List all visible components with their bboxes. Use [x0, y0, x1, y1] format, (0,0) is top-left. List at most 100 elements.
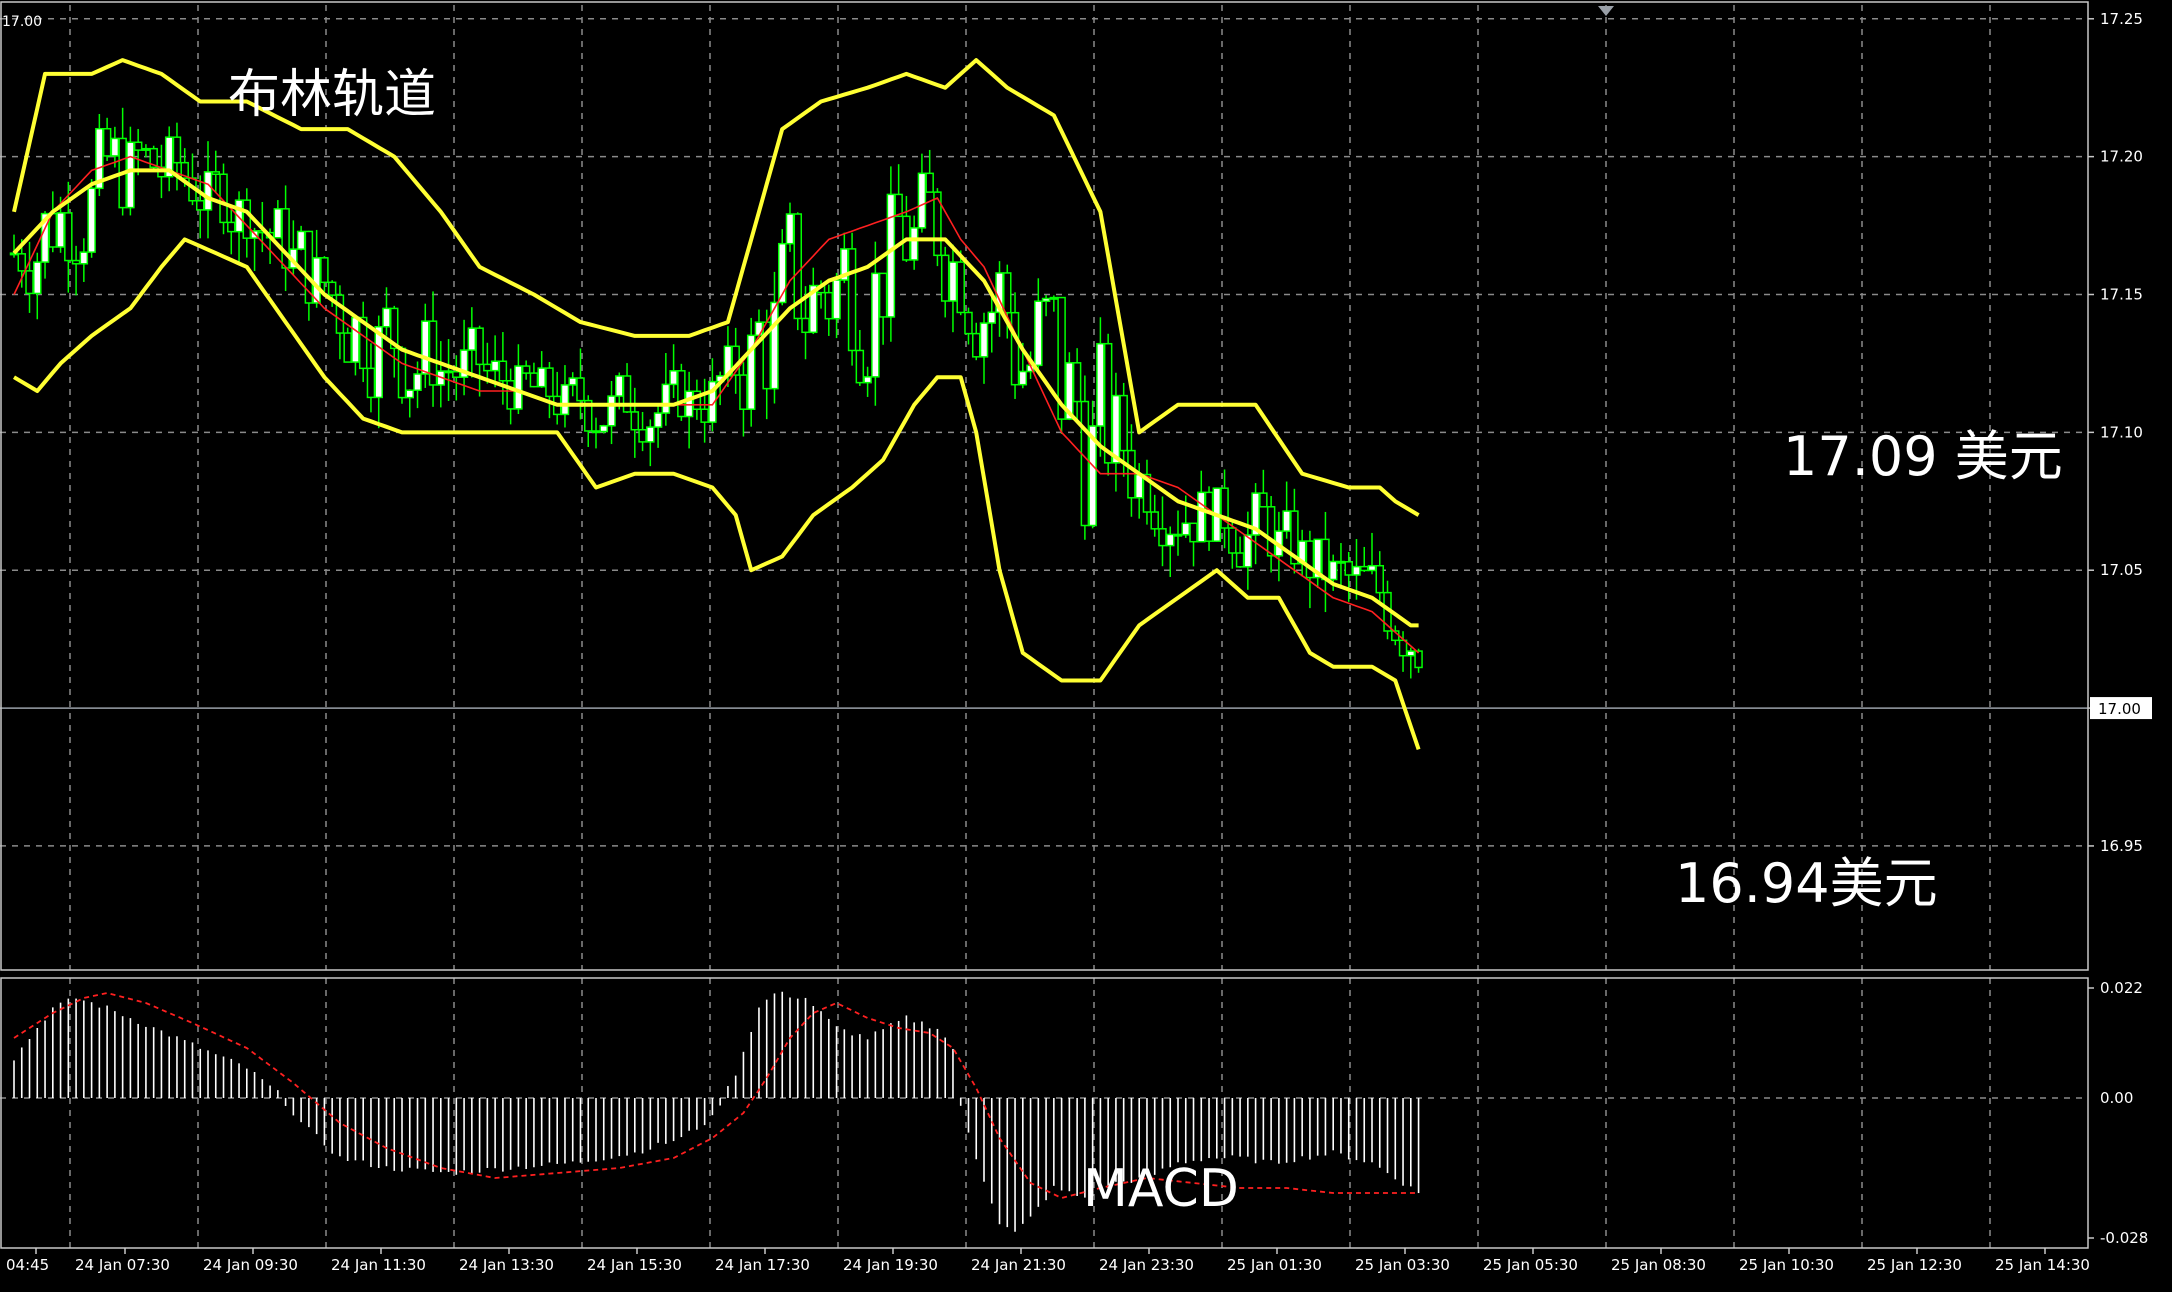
- candle-body: [1134, 473, 1144, 499]
- candle-body: [871, 272, 880, 378]
- candle-body: [599, 424, 609, 433]
- candle-body: [1150, 511, 1159, 530]
- candle-body: [630, 411, 640, 431]
- candle-body: [824, 291, 834, 320]
- candle-body: [141, 147, 151, 151]
- candle-body: [940, 254, 950, 302]
- candle-body: [1367, 564, 1377, 572]
- candle-body: [514, 365, 523, 410]
- time-tick-label: 24 Jan 21:30: [971, 1256, 1066, 1274]
- price-tick-label: 17.20: [2100, 148, 2143, 166]
- time-tick-label: 25 Jan 05:30: [1483, 1256, 1578, 1274]
- candle-body: [863, 376, 872, 384]
- candle-body: [397, 347, 407, 399]
- candle-body: [677, 370, 686, 418]
- candle-body: [17, 253, 27, 272]
- candle-body: [591, 430, 601, 434]
- candle-body: [653, 412, 663, 428]
- candle-body: [327, 281, 337, 296]
- candle-body: [79, 251, 89, 265]
- time-tick-label: 25 Jan 14:30: [1995, 1256, 2090, 1274]
- candle-body: [506, 380, 515, 410]
- candle-body: [1197, 491, 1206, 543]
- macd-tick-label: -0.028: [2100, 1229, 2148, 1247]
- candle-body: [102, 127, 112, 157]
- candle-body: [739, 374, 748, 410]
- candle-body: [382, 307, 391, 328]
- candle-body: [1204, 491, 1214, 542]
- price-tick-label: 17.10: [2100, 423, 2143, 441]
- time-tick-label: 24 Jan 15:30: [587, 1256, 682, 1274]
- upper-band-note: 17.09 美元: [1783, 425, 2063, 488]
- candle-body: [87, 187, 96, 253]
- candle-body: [1398, 639, 1408, 657]
- time-tick-label: 25 Jan 12:30: [1867, 1256, 1962, 1274]
- current-price-label: 17.00: [2098, 700, 2141, 718]
- candle-body: [374, 325, 383, 399]
- candle-body: [847, 248, 857, 352]
- candle-body: [483, 363, 492, 372]
- time-tick-label: 24 Jan 07:30: [75, 1256, 170, 1274]
- candle-body: [452, 370, 461, 378]
- time-tick-label: 24 Jan 17:30: [715, 1256, 810, 1274]
- candle-body: [987, 311, 997, 324]
- price-tick-label: 17.15: [2100, 286, 2143, 304]
- candle-body: [979, 322, 989, 358]
- time-tick-label: 04:45: [6, 1256, 49, 1274]
- candle-body: [110, 137, 120, 157]
- candle-body: [615, 375, 624, 397]
- candle-body: [475, 327, 484, 366]
- candle-body: [281, 208, 290, 269]
- candle-body: [1111, 394, 1121, 464]
- candle-body: [1181, 522, 1191, 536]
- candle-body: [273, 208, 283, 239]
- candle-body: [126, 141, 135, 209]
- candle-body: [521, 365, 531, 374]
- candle-body: [568, 377, 577, 386]
- candle-body: [576, 377, 585, 402]
- candle-body: [1041, 297, 1051, 302]
- candle-body: [1352, 565, 1361, 576]
- candle-body: [405, 389, 415, 399]
- candle-body: [1228, 527, 1237, 554]
- candle-body: [1266, 506, 1276, 557]
- candle-body: [925, 172, 934, 193]
- lower-band-note: 16.94美元: [1675, 852, 1938, 915]
- candle-body: [172, 136, 182, 164]
- time-tick-label: 24 Jan 13:30: [459, 1256, 554, 1274]
- chart-title: 布林轨道: [228, 65, 436, 125]
- candle-body: [1096, 342, 1105, 427]
- time-tick-label: 25 Jan 01:30: [1227, 1256, 1322, 1274]
- candle-body: [1003, 272, 1012, 314]
- candle-body: [312, 257, 321, 304]
- candle-body: [646, 426, 655, 443]
- candle-body: [1344, 561, 1353, 576]
- candle-body: [1336, 560, 1346, 564]
- macd-title: MACD: [1083, 1159, 1239, 1219]
- candle-body: [1259, 492, 1268, 508]
- candle-body: [1034, 300, 1043, 367]
- candle-body: [335, 294, 345, 334]
- candle-body: [320, 257, 329, 284]
- candle-body: [669, 370, 678, 386]
- price-tick-label: 17.05: [2100, 561, 2143, 579]
- candle-body: [917, 172, 927, 229]
- candle-body: [529, 372, 539, 388]
- candle-body: [948, 261, 958, 302]
- candle-body: [1072, 362, 1082, 403]
- candle-body: [537, 367, 546, 388]
- candle-body: [1010, 311, 1020, 386]
- candle-body: [490, 360, 500, 372]
- candle-body: [234, 199, 244, 233]
- candle-body: [1321, 538, 1330, 581]
- candle-body: [203, 171, 213, 211]
- candle-body: [878, 272, 888, 318]
- candle-body: [133, 141, 143, 151]
- time-tick-label: 24 Jan 09:30: [203, 1256, 298, 1274]
- candle-body: [1359, 565, 1369, 572]
- candle-body: [886, 193, 896, 318]
- candle-body: [421, 320, 430, 375]
- time-tick-label: 25 Jan 08:30: [1611, 1256, 1706, 1274]
- candle-body: [1235, 552, 1245, 568]
- candle-body: [770, 301, 779, 390]
